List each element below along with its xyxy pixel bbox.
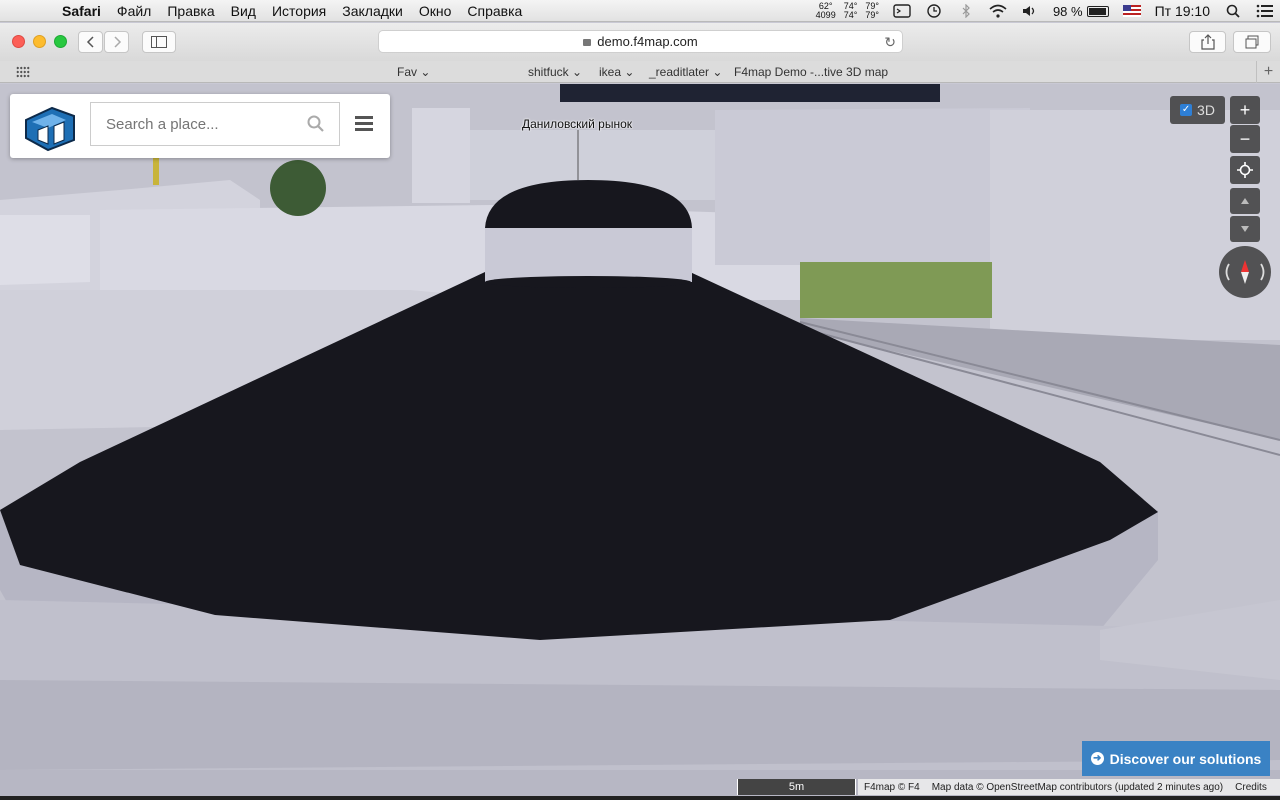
address-url: demo.f4map.com	[597, 34, 698, 49]
tree	[270, 160, 326, 216]
tilt-up-button[interactable]	[1230, 188, 1260, 214]
top-sites-grid-icon[interactable]	[16, 66, 30, 78]
battery-percent: 98 %	[1052, 3, 1083, 19]
compass-icon	[1225, 260, 1265, 284]
triangle-down-icon	[1241, 226, 1249, 232]
map-3d-scene	[0, 84, 1280, 800]
bluetooth-icon[interactable]	[957, 4, 975, 18]
zoom-in-button[interactable]: +	[1230, 96, 1260, 124]
bookmarks-bar: Fav ⌄ shitfuck ⌄ ikea ⌄ _readitlater ⌄ F…	[0, 61, 1280, 83]
new-tab-button[interactable]: +	[1256, 61, 1280, 83]
osm-attribution-link[interactable]: Map data © OpenStreetMap contributors (u…	[932, 782, 1223, 793]
attribution-bar: F4map © F4 Map data © OpenStreetMap cont…	[858, 779, 1280, 795]
crosshair-icon	[1237, 162, 1253, 178]
bookmark-label: shitfuck	[528, 65, 569, 79]
sidebar-icon	[151, 36, 167, 48]
menu-file[interactable]: Файл	[109, 3, 159, 19]
sidebar-button[interactable]	[142, 31, 176, 53]
close-window-button[interactable]	[12, 35, 25, 48]
bookmark-label: ikea	[599, 65, 622, 79]
search-panel	[10, 94, 390, 158]
bookmark-folder-fav[interactable]: Fav ⌄	[397, 65, 430, 79]
system-stats[interactable]: 62° 4099 74° 74° 79° 79°	[816, 2, 879, 20]
us-flag-icon[interactable]	[1122, 5, 1141, 17]
arrow-circle-icon: ➜	[1090, 752, 1104, 765]
menu-app-name[interactable]: Safari	[54, 3, 109, 19]
menu-window[interactable]: Окно	[411, 3, 460, 19]
locate-button[interactable]	[1230, 156, 1260, 184]
grass-area	[800, 262, 992, 318]
dome-drum	[485, 228, 692, 282]
stat-value: 74°	[843, 10, 858, 20]
checkbox-checked-icon: ✓	[1180, 104, 1193, 116]
bookmark-folder-readitlater[interactable]: _readitlater ⌄	[649, 65, 722, 79]
window-bottom-edge	[0, 796, 1280, 800]
menu-edit[interactable]: Правка	[159, 3, 222, 19]
share-button[interactable]	[1189, 31, 1226, 53]
bookmark-label: Fav	[397, 65, 418, 79]
search-icon[interactable]	[307, 115, 325, 133]
menu-bar: Safari Файл Правка Вид История Закладки …	[0, 0, 1280, 22]
bookmark-folder-ikea[interactable]: ikea ⌄	[599, 65, 634, 79]
f4map-logo[interactable]	[18, 100, 78, 152]
building	[715, 108, 1030, 265]
building	[0, 215, 90, 285]
window-controls	[12, 35, 67, 48]
reload-icon[interactable]: ↻	[884, 34, 896, 51]
drum-base-shadow	[485, 276, 691, 288]
menu-history[interactable]: История	[264, 3, 334, 19]
bookmark-f4map-demo[interactable]: F4map Demo -...tive 3D map	[734, 65, 888, 79]
tilt-down-button[interactable]	[1230, 216, 1260, 242]
tabs-overview-button[interactable]	[1233, 31, 1271, 53]
back-button[interactable]	[78, 31, 103, 53]
discover-solutions-button[interactable]: ➜ Discover our solutions	[1082, 741, 1270, 776]
chevron-left-icon	[86, 36, 94, 48]
minimize-window-button[interactable]	[33, 35, 46, 48]
share-icon	[1200, 34, 1215, 50]
triangle-up-icon	[1241, 198, 1249, 204]
volume-icon[interactable]	[1021, 4, 1039, 18]
search-input[interactable]	[90, 102, 340, 146]
tabs-icon	[1245, 35, 1259, 49]
toggle-3d-label: 3D	[1197, 102, 1215, 118]
map-canvas[interactable]	[0, 84, 1280, 800]
compass-control[interactable]	[1219, 246, 1271, 298]
zoom-out-button[interactable]: −	[1230, 125, 1260, 153]
forward-button[interactable]	[104, 31, 129, 53]
browser-toolbar: demo.f4map.com ↻	[0, 23, 1280, 61]
menu-help[interactable]: Справка	[459, 3, 530, 19]
dark-background-building	[560, 84, 940, 102]
f4-attribution-link[interactable]: F4map © F4	[864, 782, 920, 793]
credits-link[interactable]: Credits	[1235, 782, 1267, 793]
hamburger-menu-icon[interactable]	[355, 116, 373, 132]
menu-view[interactable]: Вид	[223, 3, 264, 19]
chevron-right-icon	[113, 36, 121, 48]
menu-bookmarks[interactable]: Закладки	[334, 3, 411, 19]
spotlight-search-icon[interactable]	[1224, 4, 1242, 18]
bookmark-label: F4map Demo -...tive 3D map	[734, 65, 889, 79]
bookmark-label: _readitlater	[649, 65, 710, 79]
place-label[interactable]: Даниловский рынок	[522, 117, 632, 131]
wifi-icon[interactable]	[989, 4, 1007, 18]
building	[412, 108, 470, 203]
clock[interactable]: Пт 19:10	[1155, 3, 1210, 19]
time-machine-icon[interactable]	[925, 4, 943, 18]
lock-icon	[583, 39, 592, 46]
scale-bar: 5m	[737, 779, 856, 795]
toggle-3d[interactable]: ✓ 3D	[1170, 96, 1225, 124]
terminal-icon[interactable]	[893, 4, 911, 18]
fullscreen-window-button[interactable]	[54, 35, 67, 48]
address-bar[interactable]: demo.f4map.com ↻	[378, 30, 903, 53]
bookmark-folder-shitfuck[interactable]: shitfuck ⌄	[528, 65, 582, 79]
discover-label: Discover our solutions	[1109, 750, 1262, 767]
battery-status[interactable]: 98 %	[1053, 4, 1109, 19]
battery-icon	[1086, 5, 1109, 17]
stat-value: 79°	[865, 10, 879, 20]
notification-center-icon[interactable]	[1256, 4, 1274, 18]
stat-value: 4099	[815, 10, 836, 20]
